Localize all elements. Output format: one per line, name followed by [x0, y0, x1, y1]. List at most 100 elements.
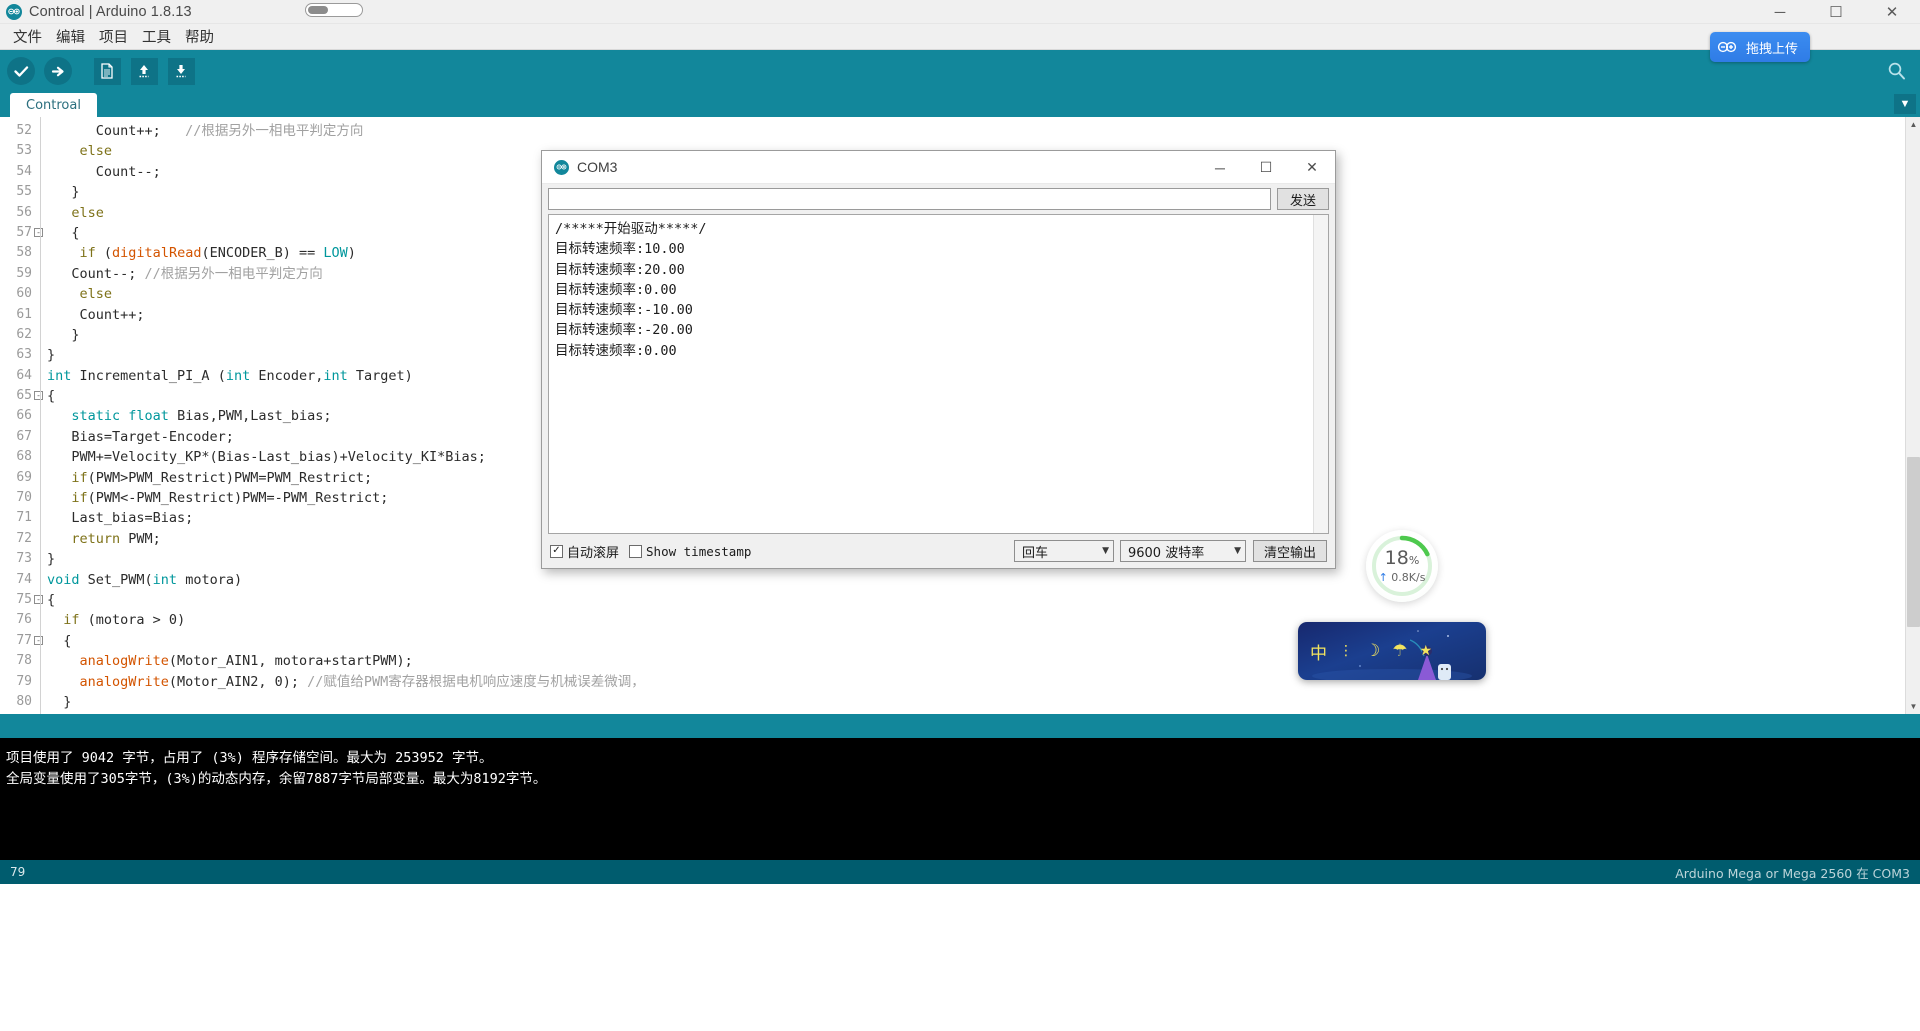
autoscroll-checkbox[interactable]: ✓: [550, 544, 563, 558]
line-number-gutter: 52 53 54 55 56 57- 58 59 60 61 62 63 64 65- 66 67 68 69 70…: [0, 117, 43, 714]
serial-monitor-button[interactable]: [1882, 56, 1912, 86]
menubar: 文件 编辑 项目 工具 帮助: [0, 24, 1920, 50]
serial-output-line: 目标转速频率:0.00: [555, 342, 677, 359]
serial-output-line: 目标转速频率:20.00: [555, 261, 685, 278]
network-speed-widget[interactable]: 18% ↑ 0.8K/s: [1366, 530, 1438, 602]
line-number: 78: [16, 653, 32, 669]
chevron-down-icon: ▼: [1102, 546, 1109, 556]
ime-star-icon[interactable]: ★: [1420, 643, 1433, 659]
serial-monitor-title: COM3: [577, 159, 618, 175]
line-number: 52: [16, 123, 32, 138]
line-number: 59: [16, 265, 32, 281]
window-minimize-button[interactable]: ─: [1752, 0, 1808, 24]
arduino-logo-icon: [6, 3, 22, 20]
line-number: 54: [16, 163, 32, 179]
menu-file[interactable]: 文件: [6, 24, 49, 49]
main-toolbar: 拖拽上传: [0, 32, 1920, 92]
menu-edit[interactable]: 编辑: [49, 24, 92, 49]
line-number: 80: [16, 693, 32, 709]
scroll-up-arrow-icon[interactable]: ▲: [1906, 117, 1920, 132]
line-number: 55: [16, 184, 32, 200]
serial-close-button[interactable]: ✕: [1289, 151, 1335, 184]
line-number: 74: [16, 571, 32, 587]
window-close-button[interactable]: ✕: [1864, 0, 1920, 24]
console-line: 全局变量使用了305字节，(3%)的动态内存，余留7887字节局部变量。最大为8…: [6, 771, 547, 787]
verify-button[interactable]: [4, 54, 38, 88]
code-line: analogWrite(Motor_AIN2, 0); //赋值给PWM寄存器根…: [79, 673, 645, 690]
check-icon: [7, 57, 35, 85]
code-line: {: [47, 632, 72, 649]
line-number: 67: [16, 428, 32, 444]
menu-help[interactable]: 帮助: [178, 24, 221, 49]
serial-monitor-titlebar: COM3 ─ ☐ ✕: [542, 151, 1335, 184]
status-bar: 79 Arduino Mega or Mega 2560 在 COM3: [0, 860, 1920, 884]
editor-scroll-thumb[interactable]: [1907, 457, 1920, 627]
ime-skin-icon[interactable]: ☂: [1392, 641, 1407, 661]
serial-output-area[interactable]: /*****开始驱动*****/ 目标转速频率:10.00 目标转速频率:20.00…: [548, 214, 1329, 534]
serial-output-line: 目标转速频率:0.00: [555, 281, 677, 298]
magnifier-icon: [1888, 62, 1905, 80]
watermark-text: https://blog.csdn.net/chrnhao: [1500, 1000, 1781, 1022]
line-ending-select[interactable]: 回车 ▼: [1013, 540, 1114, 562]
clear-output-button[interactable]: 清空输出: [1252, 540, 1327, 562]
chevron-down-icon: ▼: [1234, 546, 1241, 556]
line-number: 68: [16, 449, 32, 465]
open-sketch-button[interactable]: [127, 54, 161, 88]
drag-upload-label: 拖拽上传: [1745, 41, 1798, 57]
code-line: Count++; //根据另外一相电平判定方向: [47, 123, 364, 139]
speed-readout: 18% ↑ 0.8K/s: [1379, 547, 1426, 584]
console-line: 项目使用了 9042 字节，占用了 (3%) 程序存储空间。最大为 253952…: [6, 750, 493, 766]
autoscroll-checkbox-group[interactable]: ✓ 自动滚屏: [550, 542, 619, 561]
line-number: 72: [16, 530, 32, 546]
ime-floating-toolbar[interactable]: 中 ⋮ ☽ ☂ ★: [1298, 622, 1486, 680]
window-title: Controal | Arduino 1.8.13: [29, 3, 192, 20]
serial-send-row: 发送: [542, 184, 1335, 214]
code-line: if (motora > 0): [63, 612, 186, 629]
upload-button[interactable]: [41, 54, 75, 88]
code-line: analogWrite(Motor_AIN1, motora+startPWM)…: [79, 653, 413, 670]
new-sketch-button[interactable]: [90, 54, 124, 88]
ime-language-toggle[interactable]: 中: [1310, 639, 1327, 664]
serial-maximize-button[interactable]: ☐: [1243, 151, 1289, 184]
cursor-line-indicator: 79: [10, 865, 26, 879]
timestamp-checkbox-group[interactable]: Show timestamp: [629, 544, 751, 559]
ime-punctuation-toggle[interactable]: ⋮: [1339, 643, 1353, 659]
code-line: }: [47, 693, 72, 710]
chain-link-icon: [1710, 32, 1744, 62]
autoscroll-label: 自动滚屏: [567, 545, 620, 561]
serial-monitor-dialog[interactable]: COM3 ─ ☐ ✕ 发送 /*****开始驱动*****/ 目标转速频率:10.…: [541, 150, 1336, 569]
line-number: 66: [16, 408, 32, 424]
serial-output-line: /*****开始驱动*****/: [555, 221, 707, 237]
serial-send-button[interactable]: 发送: [1277, 188, 1329, 210]
tab-controal[interactable]: Controal: [10, 93, 97, 117]
menu-tools[interactable]: 工具: [135, 24, 178, 49]
scroll-down-arrow-icon[interactable]: ▼: [1906, 699, 1920, 714]
speed-percent-value: 18: [1384, 547, 1409, 569]
baud-rate-select[interactable]: 9600 波特率 ▼: [1119, 540, 1246, 562]
timestamp-checkbox[interactable]: [629, 544, 643, 558]
ime-moon-icon[interactable]: ☽: [1365, 641, 1380, 661]
line-number: 73: [16, 551, 32, 567]
window-maximize-button[interactable]: ☐: [1808, 0, 1864, 24]
menu-sketch[interactable]: 项目: [92, 24, 135, 49]
speed-rate-value: 0.8K/s: [1391, 571, 1426, 584]
serial-output-line: 目标转速频率:10.00: [555, 241, 685, 258]
arrow-right-icon: [44, 57, 72, 85]
line-number: 58: [16, 245, 32, 261]
console-header-strip: [0, 714, 1920, 738]
line-number: 60: [16, 286, 32, 302]
line-number: 61: [16, 306, 32, 322]
line-number: 65-: [0, 386, 43, 406]
line-number: 57-: [0, 223, 43, 243]
drag-upload-badge[interactable]: 拖拽上传: [1709, 32, 1810, 62]
save-sketch-button[interactable]: [164, 54, 198, 88]
code-line: {: [47, 591, 56, 608]
serial-minimize-button[interactable]: ─: [1197, 151, 1243, 184]
serial-send-input[interactable]: [548, 188, 1271, 210]
progress-pill-indicator: [305, 3, 363, 17]
arrow-down-icon: [167, 57, 195, 85]
baud-rate-value: 9600 波特率: [1127, 545, 1205, 561]
editor-vertical-scrollbar[interactable]: ▲ ▼: [1905, 117, 1920, 714]
serial-output-scrollbar[interactable]: [1313, 215, 1328, 533]
chevron-down-icon[interactable]: ▼: [1894, 94, 1916, 114]
